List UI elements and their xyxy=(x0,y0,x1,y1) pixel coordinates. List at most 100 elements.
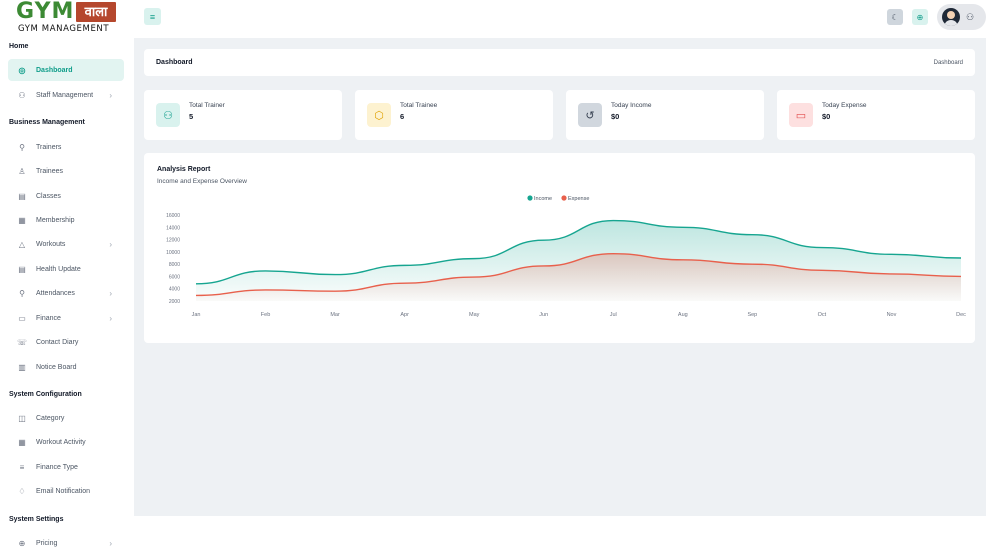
breadcrumb-bar: Dashboard Dashboard xyxy=(144,49,975,76)
stat-card-total-trainee: ⬡ Total Trainee 6 xyxy=(355,90,553,140)
language-button[interactable]: ⊕ xyxy=(912,9,928,25)
user-settings-icon: ⚇ xyxy=(966,11,975,22)
workout-icon: △ xyxy=(18,239,26,249)
breadcrumb[interactable]: Dashboard xyxy=(934,60,963,66)
sidebar-item-email-notification[interactable]: ♢ Email Notification xyxy=(8,480,124,502)
sidebar-item-classes[interactable]: ▤ Classes xyxy=(8,185,124,207)
page-title: Dashboard xyxy=(156,59,193,66)
x-tick-label: Apr xyxy=(400,312,409,318)
logo[interactable]: GYM वाला GYM MANAGEMENT xyxy=(16,0,118,38)
sidebar-item-label: Trainers xyxy=(36,143,62,151)
legend-marker-income xyxy=(527,195,533,201)
x-tick-label: Aug xyxy=(678,312,688,318)
chevron-right-icon: › xyxy=(109,90,112,100)
sidebar-item-finance-type[interactable]: ≡ Finance Type xyxy=(8,456,124,478)
notice-icon: ▥ xyxy=(18,362,26,372)
activity-icon: ▦ xyxy=(18,437,26,447)
stat-label: Total Trainee xyxy=(400,101,438,109)
logo-subtitle: GYM MANAGEMENT xyxy=(18,24,110,34)
stat-value: $0 xyxy=(822,111,831,121)
y-tick-label: 14000 xyxy=(166,225,180,231)
stat-label: Today Expense xyxy=(822,101,867,109)
list-icon: ≡ xyxy=(19,462,25,472)
sidebar-section-title: System Settings xyxy=(9,516,64,523)
moon-icon: ☾ xyxy=(891,12,899,22)
menu-toggle-button[interactable]: ≡ xyxy=(144,8,161,25)
sidebar-item-label: Staff Management xyxy=(36,91,94,99)
sidebar-item-health-update[interactable]: ▤ Health Update xyxy=(8,258,124,280)
x-tick-label: May xyxy=(469,312,480,318)
user-menu[interactable]: ⚇ xyxy=(937,4,986,30)
sidebar-item-label: Notice Board xyxy=(36,363,77,371)
analysis-report-card: Analysis Report Income and Expense Overv… xyxy=(144,153,975,343)
chevron-right-icon: › xyxy=(109,538,112,548)
category-icon: ◫ xyxy=(18,413,26,423)
contact-icon: ☏ xyxy=(17,337,28,347)
income-expense-chart: 16000 14000 12000 10000 8000 6000 4000 2000 Jan F… xyxy=(166,195,966,318)
users-icon: ⚇ xyxy=(18,90,26,100)
y-tick-label: 16000 xyxy=(166,213,180,219)
chevron-right-icon: › xyxy=(109,288,112,298)
sidebar-item-label: Trainees xyxy=(36,167,63,175)
sidebar-item-label: Email Notification xyxy=(36,487,91,495)
sidebar-item-contact-diary[interactable]: ☏ Contact Diary xyxy=(8,331,124,353)
sidebar-item-label: Contact Diary xyxy=(36,338,79,346)
wallet-icon: ▭ xyxy=(789,103,813,127)
sidebar-section-title: System Configuration xyxy=(9,391,82,398)
sidebar-item-membership[interactable]: ▦ Membership xyxy=(8,209,124,231)
sidebar-item-workouts[interactable]: △ Workouts › xyxy=(8,233,124,255)
pricing-icon: ⊕ xyxy=(18,538,26,548)
sidebar-item-dashboard[interactable]: ◎ Dashboard xyxy=(8,59,124,81)
x-tick-label: Oct xyxy=(818,312,827,318)
sidebar-item-label: Category xyxy=(36,414,65,422)
legend-label-income: Income xyxy=(534,196,552,202)
x-tick-label: Sep xyxy=(747,312,757,318)
y-tick-label: 12000 xyxy=(166,238,180,244)
sidebar-item-label: Workout Activity xyxy=(36,438,86,446)
health-icon: ▤ xyxy=(18,264,26,274)
sidebar-item-attendances[interactable]: ⚲ Attendances › xyxy=(8,282,124,304)
sidebar: GYM वाला GYM MANAGEMENT Home ◎ Dashboard ⚇ S… xyxy=(0,0,134,556)
calendar-icon: ▤ xyxy=(18,191,26,201)
x-tick-label: Jul xyxy=(610,312,617,318)
logo-hindi-text: वाला xyxy=(76,2,116,22)
sidebar-item-workout-activity[interactable]: ▦ Workout Activity xyxy=(8,431,124,453)
legend-label-expense: Expense xyxy=(568,196,589,202)
trainer-group-icon: ⚇ xyxy=(156,103,180,127)
history-icon: ↺ xyxy=(578,103,602,127)
stat-value: 6 xyxy=(400,111,405,121)
y-tick-label: 10000 xyxy=(166,250,180,256)
sidebar-item-category[interactable]: ◫ Category xyxy=(8,407,124,429)
sidebar-section-title: Home xyxy=(9,43,29,50)
globe-icon: ⊕ xyxy=(916,12,924,22)
x-tick-label: Jun xyxy=(539,312,548,318)
user-check-icon: ⚲ xyxy=(19,142,25,152)
sidebar-item-trainees[interactable]: ♙ Trainees xyxy=(8,160,124,182)
stat-label: Total Trainer xyxy=(189,101,225,109)
avatar xyxy=(942,8,960,26)
sidebar-item-label: Finance xyxy=(36,314,61,322)
finance-icon: ▭ xyxy=(18,313,26,323)
sidebar-item-trainers[interactable]: ⚲ Trainers xyxy=(8,136,124,158)
sidebar-item-label: Membership xyxy=(36,216,75,224)
logo-main-text: GYM xyxy=(16,0,75,24)
x-tick-label: Nov xyxy=(887,312,897,318)
dashboard-icon: ◎ xyxy=(18,65,26,75)
y-tick-label: 6000 xyxy=(169,274,180,280)
sidebar-item-label: Dashboard xyxy=(36,66,73,74)
sidebar-item-label: Health Update xyxy=(36,265,81,273)
x-tick-label: Mar xyxy=(330,312,340,318)
user-icon: ♙ xyxy=(18,166,26,176)
y-tick-label: 2000 xyxy=(169,299,180,305)
theme-toggle-button[interactable]: ☾ xyxy=(887,9,903,25)
y-tick-label: 8000 xyxy=(169,262,180,268)
stat-value: 5 xyxy=(189,111,194,121)
sidebar-item-finance[interactable]: ▭ Finance › xyxy=(8,307,124,329)
sidebar-item-notice-board[interactable]: ▥ Notice Board xyxy=(8,356,124,378)
stat-label: Today Income xyxy=(611,101,652,109)
chevron-right-icon: › xyxy=(109,313,112,323)
legend-marker-expense xyxy=(561,195,567,201)
sidebar-item-staff-management[interactable]: ⚇ Staff Management › xyxy=(8,84,124,106)
sidebar-item-pricing[interactable]: ⊕ Pricing › xyxy=(8,532,124,554)
x-tick-label: Jan xyxy=(192,312,201,318)
